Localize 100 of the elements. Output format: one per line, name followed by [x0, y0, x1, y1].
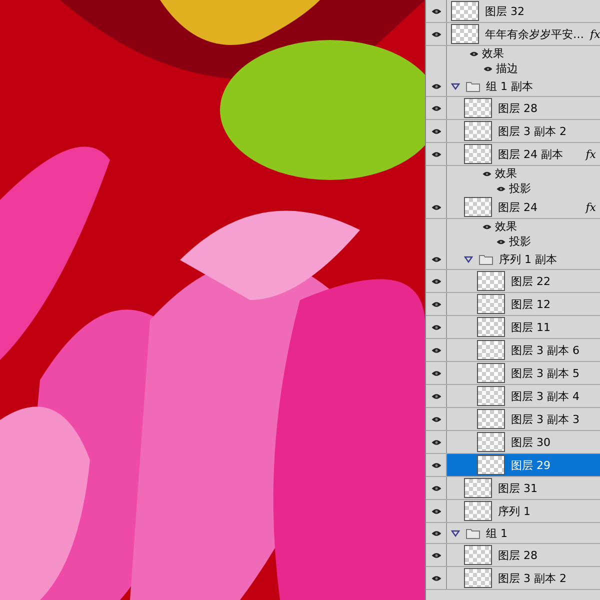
- eye-icon[interactable]: [430, 484, 442, 492]
- layer-row[interactable]: 图层 30: [447, 431, 600, 453]
- layer-name: 图层 3 副本 4: [511, 388, 580, 404]
- layer-name: 图层 22: [511, 274, 550, 288]
- eye-icon[interactable]: [430, 530, 442, 536]
- eye-icon[interactable]: [430, 278, 442, 284]
- eye-icon: [483, 66, 493, 72]
- layer-thumbnail: [477, 432, 505, 452]
- layer-name: 图层 3 副本 2: [498, 124, 566, 138]
- layer-name: 组 1 副本: [486, 78, 533, 94]
- eye-icon: [496, 238, 506, 244]
- layer-row[interactable]: 图层 24 fx: [447, 196, 600, 218]
- fx-label: fx: [586, 200, 596, 214]
- eye-icon[interactable]: [430, 508, 442, 514]
- eye-icon[interactable]: [430, 370, 442, 376]
- eye-icon[interactable]: [430, 104, 442, 112]
- effect-name: 投影: [509, 181, 531, 196]
- layer-name: 图层 28: [498, 548, 538, 562]
- layer-row[interactable]: 图层 31: [447, 477, 600, 499]
- layer-row[interactable]: 图层 28: [447, 97, 600, 119]
- layer-name: 图层 12: [511, 296, 550, 312]
- eye-icon[interactable]: [430, 392, 442, 400]
- eye-icon[interactable]: [430, 150, 442, 158]
- eye-icon[interactable]: [430, 324, 442, 330]
- layer-thumbnail: [464, 197, 492, 217]
- layer-thumbnail: [477, 386, 505, 406]
- layer-thumbnail: [477, 455, 505, 475]
- layer-row[interactable]: 图层 3 副本 2: [447, 120, 600, 142]
- eye-icon[interactable]: [430, 8, 442, 14]
- layer-group-row[interactable]: 序列 1 副本: [447, 249, 600, 269]
- layer-thumbnail: [464, 568, 492, 588]
- layer-name: 组 1: [486, 526, 508, 540]
- layer-row[interactable]: 图层 24 副本 fx: [447, 143, 600, 165]
- layer-row[interactable]: 图层 3 副本 4: [447, 385, 600, 407]
- layer-name: 序列 1: [498, 504, 530, 518]
- layer-row[interactable]: 图层 11: [447, 316, 600, 338]
- folder-icon: [466, 80, 480, 92]
- folder-icon: [479, 254, 493, 264]
- layer-thumbnail: [477, 363, 505, 383]
- eye-icon: [482, 224, 492, 230]
- layer-row[interactable]: 图层 22: [447, 270, 600, 292]
- eye-icon[interactable]: [430, 300, 442, 308]
- layer-name: 图层 29: [511, 458, 550, 472]
- expand-triangle-icon[interactable]: [464, 256, 473, 262]
- layer-row[interactable]: 图层 3 副本 5: [447, 362, 600, 384]
- layer-thumbnail: [451, 1, 479, 21]
- eye-icon[interactable]: [430, 574, 442, 582]
- eye-icon: [469, 50, 479, 56]
- layer-thumbnail: [477, 409, 505, 429]
- layer-row[interactable]: 图层 28: [447, 544, 600, 566]
- effects-label: 效果: [495, 166, 517, 181]
- layer-thumbnail: [477, 271, 505, 291]
- eye-icon[interactable]: [430, 462, 442, 468]
- layer-thumbnail: [477, 317, 505, 337]
- layer-row[interactable]: 图层 32: [447, 0, 600, 22]
- layer-name: 图层 3 副本 6: [511, 342, 580, 358]
- eye-icon[interactable]: [430, 82, 442, 90]
- eye-icon: [496, 186, 506, 192]
- layer-name: 图层 24: [498, 200, 538, 214]
- eye-icon[interactable]: [430, 128, 442, 134]
- layer-name: 图层 3 副本 3: [511, 412, 580, 426]
- layer-row[interactable]: 图层 3 副本 6: [447, 339, 600, 361]
- layer-thumbnail: [477, 340, 505, 360]
- layer-thumbnail: [477, 294, 505, 314]
- eye-icon[interactable]: [430, 416, 442, 422]
- layer-thumbnail: [464, 545, 492, 565]
- eye-icon[interactable]: [430, 30, 442, 38]
- effect-name: 描边: [496, 61, 518, 76]
- layer-name: 图层 32: [485, 4, 524, 18]
- layer-name: 图层 11: [511, 320, 550, 334]
- layer-name: 图层 24 副本: [498, 146, 563, 162]
- layer-row[interactable]: 序列 1: [447, 500, 600, 522]
- layer-row[interactable]: 图层 29: [447, 454, 600, 476]
- layer-group-row[interactable]: 组 1 副本: [447, 76, 600, 96]
- layer-row[interactable]: 图层 3 副本 2: [447, 567, 600, 589]
- effect-name: 投影: [509, 234, 531, 249]
- fx-label: fx: [586, 148, 596, 160]
- layer-thumbnail: [464, 144, 492, 164]
- effects-label: 效果: [482, 46, 504, 61]
- layer-row[interactable]: 图层 12: [447, 293, 600, 315]
- effects-label: 效果: [495, 219, 517, 234]
- eye-icon[interactable]: [430, 256, 442, 262]
- layer-thumbnail: [464, 501, 492, 521]
- expand-triangle-icon[interactable]: [451, 82, 460, 90]
- layer-name: 图层 3 副本 2: [498, 570, 566, 586]
- layer-row[interactable]: 年年有余岁岁平安… fx: [447, 23, 600, 45]
- eye-icon[interactable]: [430, 346, 442, 354]
- layer-thumbnail: [464, 121, 492, 141]
- layer-name: 序列 1 副本: [499, 252, 557, 266]
- expand-triangle-icon[interactable]: [451, 530, 460, 536]
- layer-row[interactable]: 图层 3 副本 3: [447, 408, 600, 430]
- eye-icon: [482, 170, 492, 176]
- eye-icon[interactable]: [430, 552, 442, 558]
- layer-group-row[interactable]: 组 1: [447, 523, 600, 543]
- eye-icon[interactable]: [430, 204, 442, 210]
- layer-name: 图层 28: [498, 100, 538, 116]
- fx-label: fx: [590, 28, 600, 40]
- layer-name: 年年有余岁岁平安…: [485, 26, 584, 42]
- eye-icon[interactable]: [430, 438, 442, 446]
- layer-thumbnail: [451, 24, 479, 44]
